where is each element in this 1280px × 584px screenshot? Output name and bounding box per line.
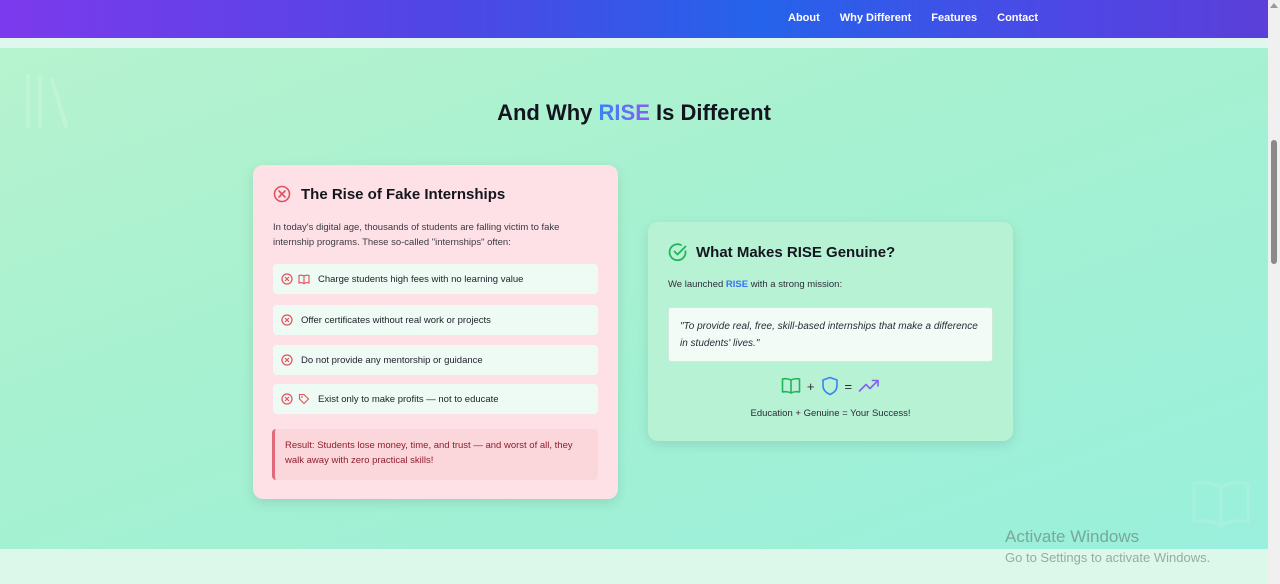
rise-genuine-card: What Makes RISE Genuine? We launched RIS… bbox=[648, 222, 1013, 441]
genuine-card-intro: We launched RISE with a strong mission: bbox=[668, 279, 842, 290]
x-circle-icon bbox=[281, 273, 293, 285]
book-icon bbox=[298, 274, 310, 285]
fake-card-header: The Rise of Fake Internships bbox=[273, 185, 505, 203]
plus-sign: + bbox=[806, 378, 815, 394]
genuine-card-header: What Makes RISE Genuine? bbox=[668, 242, 895, 262]
heading-rise-highlight: RISE bbox=[598, 100, 650, 125]
nav-link-features[interactable]: Features bbox=[931, 12, 977, 24]
navbar: About Why Different Features Contact bbox=[0, 0, 1268, 38]
issue-item: Charge students high fees with no learni… bbox=[273, 264, 598, 294]
result-callout: Result: Students lose money, time, and t… bbox=[272, 429, 598, 480]
fake-card-title: The Rise of Fake Internships bbox=[301, 185, 506, 203]
heading-suffix: Is Different bbox=[649, 100, 771, 125]
mission-quote: "To provide real, free, skill-based inte… bbox=[668, 307, 993, 362]
nav-link-about[interactable]: About bbox=[788, 12, 820, 24]
issue-text: Charge students high fees with no learni… bbox=[318, 273, 524, 285]
nav-links: About Why Different Features Contact bbox=[788, 12, 1038, 24]
x-circle-icon bbox=[273, 185, 291, 203]
genuine-card-title: What Makes RISE Genuine? bbox=[696, 243, 896, 261]
open-book-icon bbox=[1192, 481, 1250, 528]
equals-sign: = bbox=[844, 378, 853, 394]
tag-icon bbox=[298, 393, 310, 405]
issue-text: Exist only to make profits — not to educ… bbox=[318, 393, 499, 405]
issue-item: Exist only to make profits — not to educ… bbox=[273, 384, 598, 414]
issue-item: Do not provide any mentorship or guidanc… bbox=[273, 345, 598, 375]
book-open-icon bbox=[781, 377, 801, 394]
scroll-up-arrow-icon[interactable] bbox=[1270, 3, 1278, 8]
watermark-subtitle: Go to Settings to activate Windows. bbox=[1005, 550, 1211, 565]
activate-windows-watermark: Activate Windows Go to Settings to activ… bbox=[1005, 527, 1210, 565]
trending-up-icon bbox=[858, 379, 879, 392]
equation-caption: Education + Genuine = Your Success! bbox=[750, 408, 911, 419]
x-circle-icon bbox=[281, 354, 293, 366]
scrollbar-thumb[interactable] bbox=[1271, 140, 1277, 264]
section-heading: And Why RISE Is Different bbox=[0, 100, 1268, 126]
issue-item: Offer certificates without real work or … bbox=[273, 305, 598, 335]
x-circle-icon bbox=[281, 393, 293, 405]
heading-prefix: And Why bbox=[497, 100, 599, 125]
x-circle-icon bbox=[281, 314, 293, 326]
issue-text: Offer certificates without real work or … bbox=[301, 314, 491, 326]
issue-text: Do not provide any mentorship or guidanc… bbox=[301, 354, 483, 366]
fake-card-description: In today's digital age, thousands of stu… bbox=[273, 222, 560, 248]
page-scrollbar[interactable] bbox=[1268, 0, 1280, 584]
nav-link-why-different[interactable]: Why Different bbox=[840, 12, 912, 24]
intro-prefix: We launched bbox=[668, 279, 726, 290]
shield-icon bbox=[821, 376, 838, 396]
nav-link-contact[interactable]: Contact bbox=[997, 12, 1038, 24]
intro-suffix: with a strong mission: bbox=[748, 279, 843, 290]
success-equation: + = bbox=[648, 376, 1013, 396]
section-divider bbox=[0, 38, 1268, 48]
check-circle-icon bbox=[668, 243, 687, 262]
intro-rise-highlight: RISE bbox=[725, 279, 749, 290]
fake-internships-card: The Rise of Fake Internships In today's … bbox=[253, 165, 618, 499]
watermark-title: Activate Windows bbox=[1005, 527, 1140, 546]
